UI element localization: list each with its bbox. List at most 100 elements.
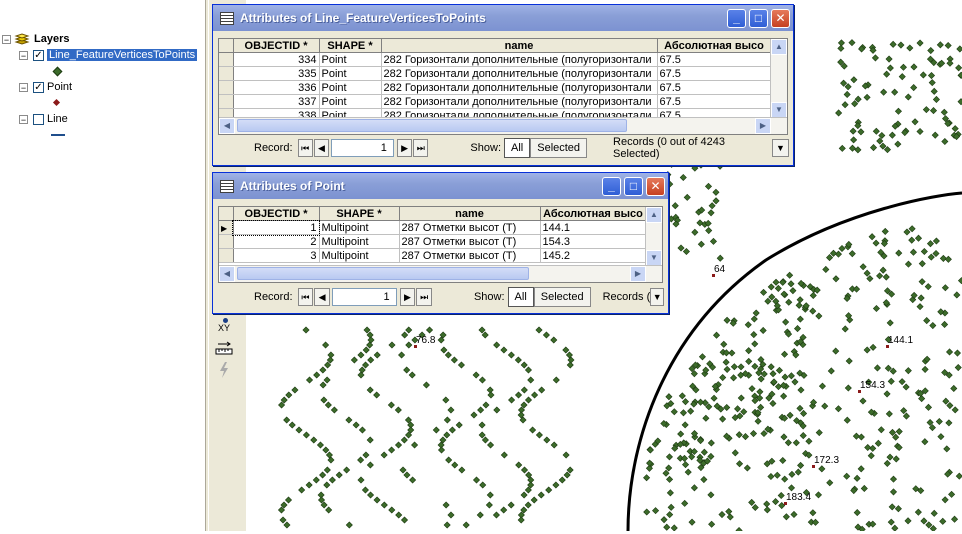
options-menu-icon[interactable]: ▼ xyxy=(650,288,665,306)
attributes-window-line-vertices[interactable]: Attributes of Line_FeatureVerticesToPoin… xyxy=(212,4,794,166)
table-cell[interactable]: 144.1 xyxy=(540,220,647,235)
last-record-icon[interactable]: ⏭ xyxy=(413,139,429,157)
prev-record-icon[interactable]: ◀ xyxy=(314,288,330,306)
table-cell[interactable]: 336 xyxy=(233,80,320,95)
table-cell[interactable]: 2 xyxy=(233,234,320,249)
table-cell[interactable]: 67.5 xyxy=(657,94,772,109)
scroll-right-icon[interactable]: ▶ xyxy=(630,266,646,282)
minimize-button[interactable]: _ xyxy=(602,177,621,196)
scroll-down-icon[interactable]: ▼ xyxy=(771,102,787,118)
close-button[interactable]: ✕ xyxy=(646,177,665,196)
table-cell[interactable]: 3 xyxy=(233,248,320,263)
maximize-button[interactable]: □ xyxy=(749,9,768,28)
table-cell[interactable]: 282 Горизонтали дополнительные (полугори… xyxy=(381,94,658,109)
measure-tool-icon[interactable] xyxy=(215,340,233,359)
scroll-down-icon[interactable]: ▼ xyxy=(646,250,662,266)
table-cell[interactable]: Multipoint xyxy=(319,220,400,235)
horizontal-scrollbar[interactable]: ◀ ▶ xyxy=(219,117,787,134)
scroll-thumb[interactable] xyxy=(237,119,627,132)
scroll-up-icon[interactable]: ▲ xyxy=(646,207,662,223)
expander-minus-icon[interactable]: − xyxy=(19,82,28,92)
table-row[interactable]: 336 Point 282 Горизонтали дополнительные (… xyxy=(219,80,772,95)
show-selected-button[interactable]: Selected xyxy=(533,287,591,307)
expander-minus-icon[interactable]: − xyxy=(19,50,28,60)
table-row[interactable]: ▶ 1 Multipoint 287 Отметки высот (Т) 144.1 xyxy=(219,219,647,236)
table-cell[interactable]: 67.5 xyxy=(657,66,772,81)
scroll-left-icon[interactable]: ◀ xyxy=(219,266,235,282)
row-selector[interactable]: ▶ xyxy=(219,220,234,235)
first-record-icon[interactable]: ⏮ xyxy=(297,139,313,157)
vertical-scrollbar[interactable]: ▲ ▼ xyxy=(645,207,662,266)
table-cell[interactable]: 67.5 xyxy=(657,52,772,67)
layer-label[interactable]: Line_FeatureVerticesToPoints xyxy=(47,49,198,61)
table-cell[interactable]: 154.3 xyxy=(540,234,647,249)
horizontal-scrollbar[interactable]: ◀ ▶ xyxy=(219,265,662,282)
row-selector[interactable] xyxy=(219,94,234,109)
layer-label[interactable]: Line xyxy=(47,113,68,125)
table-cell[interactable]: 67.5 xyxy=(657,80,772,95)
minimize-button[interactable]: _ xyxy=(727,9,746,28)
table-cell[interactable]: 287 Отметки высот (Т) xyxy=(399,234,541,249)
scroll-up-icon[interactable]: ▲ xyxy=(771,39,787,55)
toc-root[interactable]: − Layers xyxy=(2,31,69,47)
table-cell[interactable]: Multipoint xyxy=(319,234,400,249)
show-all-button[interactable]: All xyxy=(504,138,531,158)
table-cell[interactable]: 337 xyxy=(233,94,320,109)
toc-layer-line[interactable]: − Line xyxy=(19,111,68,127)
column-header[interactable]: OBJECTID * xyxy=(233,207,320,221)
table-row[interactable]: 335 Point 282 Горизонтали дополнительные (… xyxy=(219,66,772,81)
next-record-icon[interactable]: ▶ xyxy=(396,139,413,157)
column-header[interactable]: Абсолютная высо xyxy=(540,207,647,221)
record-number-input[interactable]: 1 xyxy=(331,288,397,306)
table-cell[interactable]: Multipoint xyxy=(319,248,400,263)
table-cell[interactable]: 287 Отметки высот (Т) xyxy=(399,248,541,263)
record-number-input[interactable]: 1 xyxy=(331,139,394,157)
table-cell[interactable]: Point xyxy=(319,94,382,109)
layer-visibility-checkbox[interactable]: ✓ xyxy=(33,81,44,93)
column-header[interactable]: name xyxy=(399,207,541,221)
attribute-table[interactable]: OBJECTID * SHAPE * name Абсолютная высо 334… xyxy=(218,38,788,135)
window-titlebar[interactable]: Attributes of Point _ □ ✕ xyxy=(213,173,668,199)
close-button[interactable]: ✕ xyxy=(771,9,790,28)
table-cell[interactable]: 282 Горизонтали дополнительные (полугори… xyxy=(381,66,658,81)
first-record-icon[interactable]: ⏮ xyxy=(297,288,314,306)
table-cell[interactable]: Point xyxy=(319,80,382,95)
row-selector[interactable] xyxy=(219,66,234,81)
table-row[interactable]: 3 Multipoint 287 Отметки высот (Т) 145.2 xyxy=(219,248,647,263)
row-selector[interactable] xyxy=(219,248,234,263)
scroll-thumb[interactable] xyxy=(237,267,529,280)
last-record-icon[interactable]: ⏭ xyxy=(416,288,432,306)
toc-layer-point[interactable]: − ✓ Point xyxy=(19,79,72,95)
column-header[interactable]: SHAPE * xyxy=(319,207,400,221)
expander-minus-icon[interactable]: − xyxy=(2,34,11,44)
column-header[interactable]: SHAPE * xyxy=(319,39,382,53)
row-selector[interactable] xyxy=(219,234,234,249)
toc-layer-line-vertices[interactable]: − ✓ Line_FeatureVerticesToPoints xyxy=(19,47,198,63)
lightning-tool-icon[interactable] xyxy=(218,362,230,381)
show-all-button[interactable]: All xyxy=(507,287,534,307)
maximize-button[interactable]: □ xyxy=(624,177,643,196)
column-header[interactable]: Абсолютная высо xyxy=(657,39,772,53)
show-selected-button[interactable]: Selected xyxy=(530,138,588,158)
layer-visibility-checkbox[interactable] xyxy=(33,113,44,125)
window-titlebar[interactable]: Attributes of Line_FeatureVerticesToPoin… xyxy=(213,5,793,31)
options-menu-icon[interactable]: ▼ xyxy=(771,139,789,157)
table-cell[interactable]: 1 xyxy=(232,219,320,236)
table-cell[interactable]: Point xyxy=(319,66,382,81)
scroll-left-icon[interactable]: ◀ xyxy=(219,118,235,134)
table-cell[interactable]: 287 Отметки высот (Т) xyxy=(399,220,541,235)
layer-label[interactable]: Point xyxy=(47,81,72,93)
table-cell[interactable]: 282 Горизонтали дополнительные (полугори… xyxy=(381,80,658,95)
column-header[interactable]: name xyxy=(381,39,658,53)
xy-tool[interactable]: XY xyxy=(218,318,230,334)
next-record-icon[interactable]: ▶ xyxy=(399,288,416,306)
table-row[interactable]: 334 Point 282 Горизонтали дополнительные (… xyxy=(219,52,772,67)
row-selector[interactable] xyxy=(219,80,234,95)
vertical-scrollbar[interactable]: ▲ ▼ xyxy=(770,39,787,118)
table-row[interactable]: 2 Multipoint 287 Отметки высот (Т) 154.3 xyxy=(219,234,647,249)
attribute-table[interactable]: OBJECTID * SHAPE * name Абсолютная высо ▶ 1 M… xyxy=(218,206,663,283)
table-cell[interactable]: 282 Горизонтали дополнительные (полугори… xyxy=(381,52,658,67)
column-header[interactable]: OBJECTID * xyxy=(233,39,320,53)
scroll-right-icon[interactable]: ▶ xyxy=(755,118,771,134)
table-cell[interactable]: 145.2 xyxy=(540,248,647,263)
